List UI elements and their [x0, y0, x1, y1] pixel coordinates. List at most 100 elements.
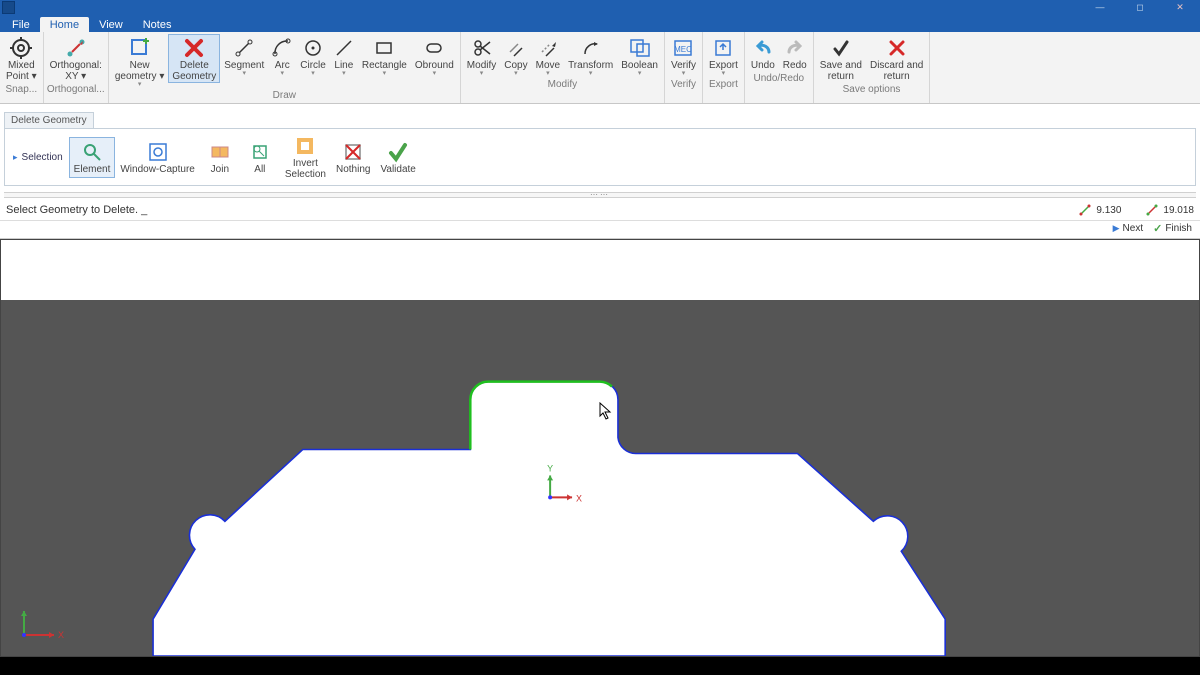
group-undoredo-label: Undo/Redo — [754, 72, 805, 86]
next-button[interactable]: ▶Next — [1113, 223, 1143, 234]
copy-button[interactable]: Copy — [500, 34, 531, 78]
copy-label: Copy — [504, 59, 527, 71]
select-nothing-button[interactable]: Nothing — [331, 137, 375, 178]
validate-icon — [387, 140, 409, 164]
save-return-button[interactable]: Save and return — [816, 34, 866, 83]
window-capture-icon — [147, 140, 169, 164]
delete-geometry-panel: Delete Geometry Selection Element Window… — [0, 104, 1200, 200]
orthogonal-xy-button[interactable]: Orthogonal: XY ▾ — [46, 34, 106, 83]
group-verify: MECVerify Verify — [665, 32, 703, 103]
discard-return-button[interactable]: Discard and return — [866, 34, 927, 83]
group-save-options-label: Save options — [843, 83, 901, 97]
tab-file[interactable]: File — [2, 17, 40, 32]
mini-axis-x-label: X — [58, 630, 64, 640]
select-all-button[interactable]: All — [240, 137, 280, 178]
segment-button[interactable]: Segment — [220, 34, 268, 78]
command-prompt-text: Select Geometry to Delete. — [6, 204, 147, 216]
minimize-button[interactable]: — — [1080, 0, 1120, 14]
drawing-canvas[interactable]: X Y X — [0, 239, 1200, 657]
group-draw: New geometry ▾ Delete Geometry Segment A… — [109, 32, 461, 103]
tab-home[interactable]: Home — [40, 17, 89, 32]
obround-label: Obround — [415, 59, 454, 71]
nothing-icon — [342, 140, 364, 164]
join-icon — [209, 140, 231, 164]
coordinate-readout: 9.130 19.018 — [1078, 203, 1194, 217]
undo-button[interactable]: Undo — [747, 34, 779, 72]
group-verify-label: Verify — [671, 78, 696, 92]
undo-label: Undo — [751, 59, 775, 71]
export-label: Export — [709, 59, 738, 71]
select-all-label: All — [254, 164, 265, 175]
line-label: Line — [334, 59, 353, 71]
next-label: Next — [1123, 223, 1144, 234]
element-icon — [81, 140, 103, 164]
transform-button[interactable]: Transform — [564, 34, 617, 78]
coord-a-icon — [1078, 203, 1092, 217]
select-element-button[interactable]: Element — [69, 137, 116, 178]
obround-icon — [424, 37, 444, 59]
mixed-point-label: Mixed Point ▾ — [6, 59, 37, 82]
finish-label: Finish — [1165, 223, 1192, 234]
export-icon — [713, 37, 733, 59]
group-undoredo: Undo Redo Undo/Redo — [745, 32, 814, 103]
x-red-icon — [887, 37, 907, 59]
delete-geometry-label: Delete Geometry — [172, 59, 216, 82]
arc-button[interactable]: Arc — [268, 34, 296, 78]
redo-icon — [785, 37, 805, 59]
new-geometry-icon — [129, 37, 151, 59]
boolean-button[interactable]: Boolean — [617, 34, 662, 78]
tab-notes[interactable]: Notes — [133, 17, 182, 32]
select-window-capture-label: Window-Capture — [120, 164, 194, 175]
line-button[interactable]: Line — [330, 34, 358, 78]
export-button[interactable]: Export — [705, 34, 742, 78]
delete-panel-title: Delete Geometry — [4, 112, 94, 128]
axis-x-label: X — [576, 493, 582, 503]
invert-selection-button[interactable]: Invert Selection — [280, 131, 331, 183]
obround-button[interactable]: Obround — [411, 34, 458, 78]
validate-button[interactable]: Validate — [375, 137, 420, 178]
group-modify-label: Modify — [548, 78, 577, 92]
group-snapping: Mixed Point ▾ Snap... — [0, 32, 44, 103]
group-save-options: Save and return Discard and return Save … — [814, 32, 931, 103]
coord-b-icon — [1145, 203, 1159, 217]
scissors-icon — [472, 37, 492, 59]
coord-b-value: 19.018 — [1163, 205, 1194, 216]
orthogonal-xy-label: Orthogonal: XY ▾ — [50, 59, 102, 82]
select-window-capture-button[interactable]: Window-Capture — [115, 137, 199, 178]
panel-resize-grip[interactable] — [4, 192, 1196, 198]
group-orthogonal-label: Orthogonal... — [47, 83, 105, 97]
move-icon — [538, 37, 558, 59]
new-geometry-button[interactable]: New geometry ▾ — [111, 34, 168, 89]
maximize-button[interactable]: ◻ — [1120, 0, 1160, 14]
save-return-label: Save and return — [820, 59, 862, 82]
invert-selection-label: Invert Selection — [285, 158, 326, 180]
verify-icon: MEC — [672, 37, 694, 59]
select-join-button[interactable]: Join — [200, 137, 240, 178]
modify-button[interactable]: Modify — [463, 34, 500, 78]
circle-button[interactable]: Circle — [296, 34, 330, 78]
redo-label: Redo — [783, 59, 807, 71]
new-geometry-label: New geometry ▾ — [115, 59, 164, 82]
play-icon: ▶ — [1113, 223, 1120, 234]
select-join-label: Join — [211, 164, 229, 175]
mixed-point-button[interactable]: Mixed Point ▾ — [2, 34, 41, 83]
move-button[interactable]: Move — [532, 34, 564, 78]
circle-label: Circle — [300, 59, 326, 71]
selection-toggle[interactable]: Selection — [7, 152, 69, 163]
group-snapping-label: Snap... — [5, 83, 37, 97]
arc-icon — [272, 37, 292, 59]
circle-icon — [303, 37, 323, 59]
finish-button[interactable]: ✓Finish — [1153, 222, 1192, 235]
close-button[interactable]: ✕ — [1160, 0, 1200, 14]
verify-button[interactable]: MECVerify — [667, 34, 700, 78]
check-icon — [831, 37, 851, 59]
redo-button[interactable]: Redo — [779, 34, 811, 72]
tab-view[interactable]: View — [89, 17, 133, 32]
boolean-icon — [629, 37, 651, 59]
group-orthogonal: Orthogonal: XY ▾ Orthogonal... — [44, 32, 109, 103]
finish-check-icon: ✓ — [1153, 222, 1162, 235]
rectangle-button[interactable]: Rectangle — [358, 34, 411, 78]
coord-b: 19.018 — [1145, 203, 1194, 217]
delete-geometry-button[interactable]: Delete Geometry — [168, 34, 220, 83]
app-window: — ◻ ✕ File Home View Notes Mixed Point ▾… — [0, 0, 1200, 657]
